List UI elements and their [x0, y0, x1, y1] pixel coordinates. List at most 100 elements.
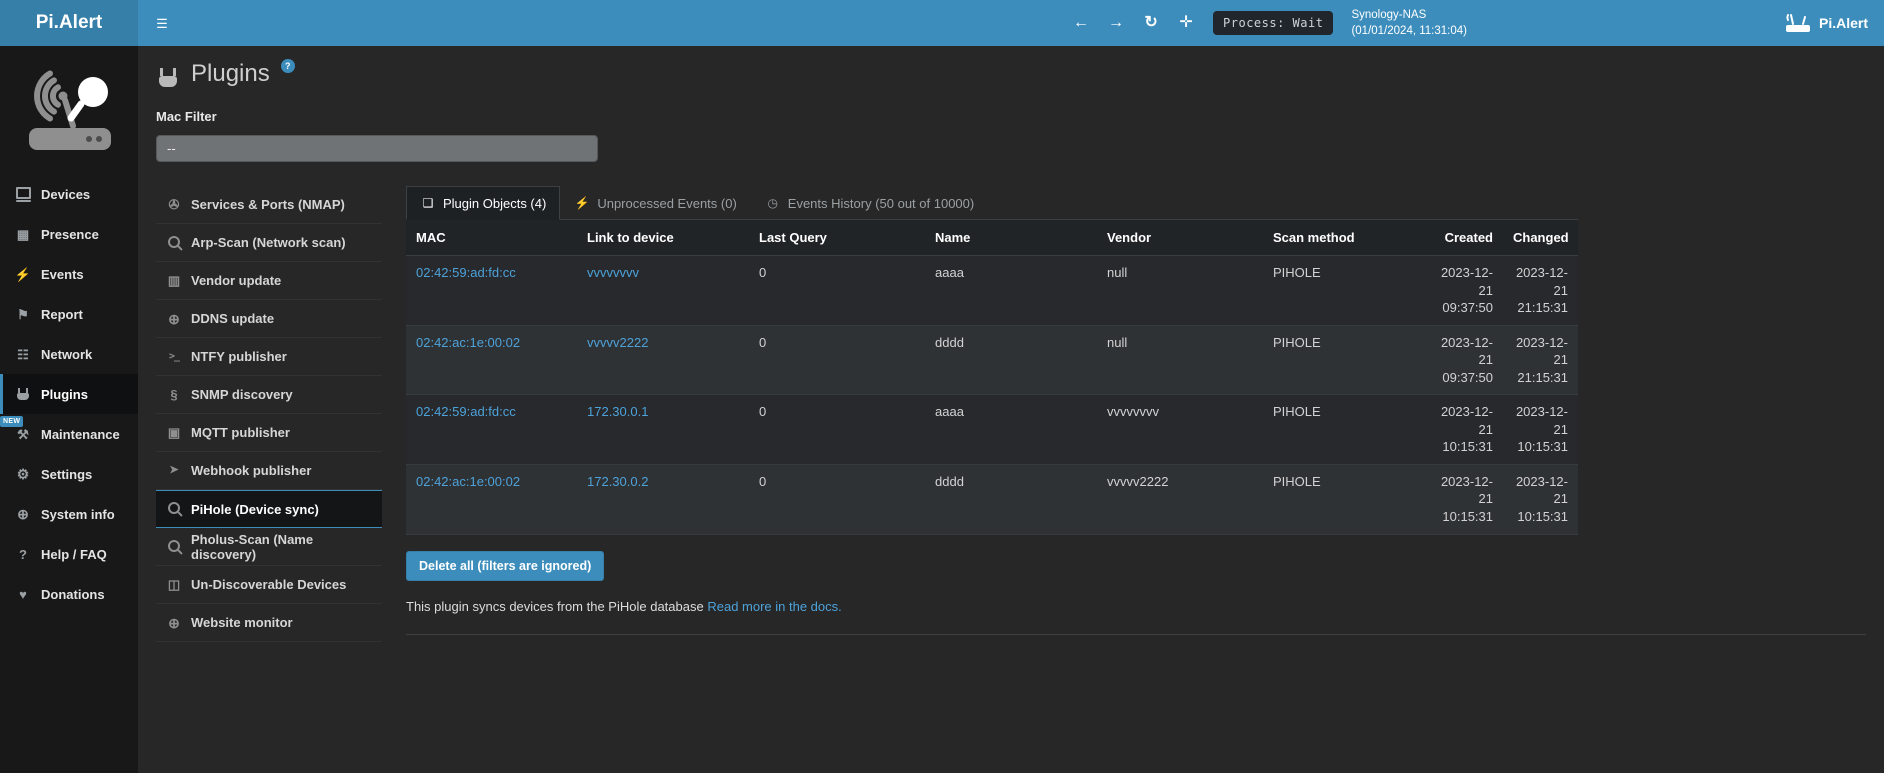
- plugin-nav-item-label: Webhook publisher: [191, 463, 311, 478]
- sidebar-item[interactable]: Settings: [0, 454, 138, 494]
- sidebar-item-label: Report: [41, 307, 83, 322]
- mac-filter-input[interactable]: [156, 135, 598, 162]
- mac-link[interactable]: 02:42:59:ad:fd:cc: [416, 404, 516, 419]
- plugin-nav-item[interactable]: NTFY publisher: [156, 338, 382, 376]
- plug-icon: [15, 386, 31, 402]
- menu-icon[interactable]: [154, 15, 170, 31]
- search-icon: [166, 235, 182, 251]
- mac-filter-label: Mac Filter: [156, 109, 1866, 124]
- changed-cell: 2023-12-21 21:15:31: [1503, 256, 1578, 326]
- sidebar-item[interactable]: Presence: [0, 214, 138, 254]
- plugin-panel: Plugin Objects (4) Unprocessed Events (0…: [406, 186, 1866, 635]
- plugin-nav-item[interactable]: SNMP discovery: [156, 376, 382, 414]
- vendor-cell: null: [1097, 325, 1263, 395]
- mac-link[interactable]: 02:42:59:ad:fd:cc: [416, 265, 516, 280]
- table-header-row: MACLink to deviceLast QueryNameVendorSca…: [406, 220, 1578, 256]
- globe-icon: [166, 311, 182, 327]
- plugin-nav-item-label: Website monitor: [191, 615, 293, 630]
- created-cell: 2023-12-21 09:37:50: [1427, 256, 1503, 326]
- cube-icon: [420, 195, 436, 211]
- plugin-objects-table: MACLink to deviceLast QueryNameVendorSca…: [406, 220, 1578, 535]
- name-cell: dddd: [925, 325, 1097, 395]
- tabs: Plugin Objects (4) Unprocessed Events (0…: [406, 186, 1578, 220]
- device-link[interactable]: vvvvv2222: [587, 335, 648, 350]
- sidebar-item[interactable]: Donations: [0, 574, 138, 614]
- plugin-nav-item[interactable]: DDNS update: [156, 300, 382, 338]
- scan-method-cell: PIHOLE: [1263, 325, 1427, 395]
- brand-logo[interactable]: Pi.Alert: [0, 0, 138, 46]
- laptop-icon: [15, 186, 31, 202]
- docs-link[interactable]: Read more in the docs.: [707, 599, 841, 614]
- forward-arrow-icon[interactable]: [1107, 14, 1125, 32]
- main-content: Plugins ? Mac Filter Services & Ports (N…: [138, 46, 1884, 773]
- sidebar-item[interactable]: Report: [0, 294, 138, 334]
- column-header: Name: [925, 220, 1097, 256]
- changed-cell: 2023-12-21 21:15:31: [1503, 325, 1578, 395]
- content-row: Services & Ports (NMAP) Arp-Scan (Networ…: [156, 186, 1866, 642]
- sidebar-item[interactable]: Plugins: [0, 374, 138, 414]
- plugin-nav: Services & Ports (NMAP) Arp-Scan (Networ…: [156, 186, 382, 642]
- sidebar-item-label: System info: [41, 507, 115, 522]
- table-body: 02:42:59:ad:fd:cc vvvvvvvv 0 aaaa null P…: [406, 256, 1578, 535]
- plugin-nav-item[interactable]: PiHole (Device sync): [156, 490, 382, 528]
- back-arrow-icon[interactable]: [1072, 14, 1090, 32]
- device-link[interactable]: 172.30.0.1: [587, 404, 648, 419]
- delete-all-button[interactable]: Delete all (filters are ignored): [406, 551, 604, 581]
- vendor-cell: null: [1097, 256, 1263, 326]
- plugin-nav-item-label: SNMP discovery: [191, 387, 293, 402]
- column-header: Vendor: [1097, 220, 1263, 256]
- mac-link[interactable]: 02:42:ac:1e:00:02: [416, 335, 520, 350]
- sidebar-item-label: Maintenance: [41, 427, 120, 442]
- column-header: Scan method: [1263, 220, 1427, 256]
- sidebar-item-label: Help / FAQ: [41, 547, 107, 562]
- tab[interactable]: Events History (50 out of 10000): [751, 186, 988, 220]
- name-cell: dddd: [925, 464, 1097, 534]
- plugin-nav-item[interactable]: Pholus-Scan (Name discovery): [156, 528, 382, 566]
- help-badge[interactable]: ?: [281, 59, 295, 73]
- sidebar-item[interactable]: Help / FAQ: [0, 534, 138, 574]
- topbar-main: Process: Wait Synology-NAS (01/01/2024, …: [138, 0, 1884, 46]
- heart-icon: [15, 586, 31, 602]
- sidebar-item[interactable]: System info: [0, 494, 138, 534]
- move-icon[interactable]: [1177, 14, 1195, 32]
- plugin-nav-item[interactable]: Vendor update: [156, 262, 382, 300]
- created-cell: 2023-12-21 10:15:31: [1427, 464, 1503, 534]
- sidebar-item-label: Devices: [41, 187, 90, 202]
- plugin-nav-item[interactable]: Webhook publisher: [156, 452, 382, 490]
- clock-icon: [765, 195, 781, 211]
- device-link[interactable]: 172.30.0.2: [587, 474, 648, 489]
- plugin-nav-item[interactable]: Services & Ports (NMAP): [156, 186, 382, 224]
- vendor-cell: vvvvv2222: [1097, 464, 1263, 534]
- plugin-nav-item[interactable]: Arp-Scan (Network scan): [156, 224, 382, 262]
- sidebar-item-label: Donations: [41, 587, 105, 602]
- sitemap-icon: [15, 346, 31, 362]
- tab[interactable]: Unprocessed Events (0): [560, 186, 750, 220]
- column-header: Last Query: [749, 220, 925, 256]
- bolt-icon: [15, 266, 31, 282]
- topbar-brand-right[interactable]: Pi.Alert: [1785, 12, 1868, 34]
- column-header: MAC: [406, 220, 577, 256]
- mac-link[interactable]: 02:42:ac:1e:00:02: [416, 474, 520, 489]
- created-cell: 2023-12-21 09:37:50: [1427, 325, 1503, 395]
- sidebar-item-label: Network: [41, 347, 92, 362]
- table-row: 02:42:59:ad:fd:cc 172.30.0.1 0 aaaa vvvv…: [406, 395, 1578, 465]
- scan-method-cell: PIHOLE: [1263, 256, 1427, 326]
- sidebar-item-label: Events: [41, 267, 84, 282]
- mac-filter: Mac Filter: [156, 109, 1866, 162]
- globe-icon: [166, 615, 182, 631]
- bolt-icon: [574, 195, 590, 211]
- plugin-nav-item[interactable]: Un-Discoverable Devices: [156, 566, 382, 604]
- plugin-nav-item[interactable]: MQTT publisher: [156, 414, 382, 452]
- device-link[interactable]: vvvvvvvv: [587, 265, 639, 280]
- sidebar-item[interactable]: Events: [0, 254, 138, 294]
- sidebar-item[interactable]: Maintenance NEW: [0, 414, 138, 454]
- plugin-nav-item[interactable]: Website monitor: [156, 604, 382, 642]
- process-status-badge: Process: Wait: [1213, 11, 1333, 35]
- sidebar-item[interactable]: Devices: [0, 174, 138, 214]
- sidebar-item[interactable]: Network: [0, 334, 138, 374]
- refresh-icon[interactable]: [1142, 14, 1160, 32]
- sidebar-item-label: Settings: [41, 467, 92, 482]
- chart-icon: [166, 273, 182, 289]
- sidebar-nav: Devices Presence Events Report: [0, 174, 138, 614]
- tab[interactable]: Plugin Objects (4): [406, 186, 560, 220]
